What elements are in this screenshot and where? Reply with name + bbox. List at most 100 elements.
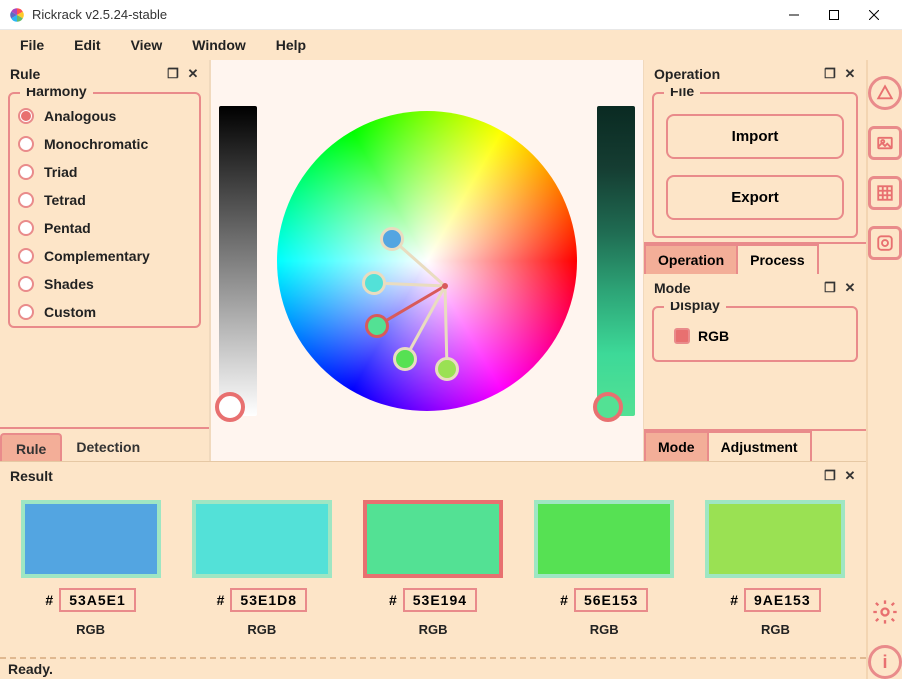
undock-icon[interactable]: ❐	[820, 466, 840, 486]
value-slider-knob[interactable]	[215, 392, 245, 422]
radio-label: Complementary	[44, 248, 150, 264]
harmony-option-tetrad[interactable]: Tetrad	[18, 192, 191, 208]
harmony-option-pentad[interactable]: Pentad	[18, 220, 191, 236]
hex-input[interactable]: 9AE153	[744, 588, 821, 612]
hex-input[interactable]: 56E153	[574, 588, 648, 612]
color-wheel[interactable]	[277, 111, 577, 411]
swatch-3: #56E153 RGB	[530, 500, 679, 637]
display-legend: Display	[664, 302, 726, 313]
shade-slider-knob[interactable]	[593, 392, 623, 422]
rgb-checkbox[interactable]	[674, 328, 690, 344]
minimize-button[interactable]	[774, 1, 814, 29]
export-button[interactable]: Export	[666, 175, 844, 220]
harmony-option-triad[interactable]: Triad	[18, 164, 191, 180]
rule-tabbar: Rule Detection	[0, 427, 209, 461]
hex-input[interactable]: 53E194	[403, 588, 477, 612]
hex-input[interactable]: 53A5E1	[59, 588, 136, 612]
window-title: Rickrack v2.5.24-stable	[32, 7, 774, 22]
harmony-option-complementary[interactable]: Complementary	[18, 248, 191, 264]
radio-icon	[18, 276, 34, 292]
radio-icon	[18, 136, 34, 152]
radio-label: Tetrad	[44, 192, 86, 208]
swatch-1: #53E1D8RGB	[187, 500, 336, 637]
color-wheel-panel	[210, 60, 644, 461]
close-icon[interactable]: ✕	[183, 64, 203, 84]
hex-input[interactable]: 53E1D8	[230, 588, 307, 612]
tab-adjustment[interactable]: Adjustment	[709, 431, 812, 461]
tab-mode[interactable]: Mode	[644, 431, 709, 461]
result-panel: Result ❐ ✕ #53A5E1RGB#53E1D8RGB#53E194RG…	[0, 461, 866, 657]
mode-title: Mode	[654, 280, 691, 296]
import-button[interactable]: Import	[666, 114, 844, 159]
result-title: Result	[10, 468, 53, 484]
swatch-box[interactable]	[363, 500, 503, 578]
harmony-option-shades[interactable]: Shades	[18, 276, 191, 292]
shade-slider[interactable]	[597, 106, 635, 416]
statusbar: Ready.	[0, 657, 866, 679]
tab-detection[interactable]: Detection	[62, 433, 154, 461]
radio-label: Custom	[44, 304, 96, 320]
mode-panel: Mode ❐ ✕ Display RGB Mode	[644, 274, 866, 461]
close-icon[interactable]: ✕	[840, 278, 860, 298]
swatch-box[interactable]	[192, 500, 332, 578]
radio-label: Shades	[44, 276, 94, 292]
grid-icon[interactable]	[868, 176, 902, 210]
wheel-node-1[interactable]	[362, 271, 386, 295]
undock-icon[interactable]: ❐	[820, 64, 840, 84]
menu-edit[interactable]: Edit	[60, 33, 114, 57]
radio-icon	[18, 108, 34, 124]
wheel-center	[442, 283, 448, 289]
colorspace-label: RGB	[761, 622, 790, 637]
swatch-box[interactable]	[705, 500, 845, 578]
undock-icon[interactable]: ❐	[163, 64, 183, 84]
status-text: Ready.	[8, 661, 53, 677]
swatch-4: #9AE153 RGB	[701, 500, 850, 637]
image-icon[interactable]	[868, 126, 902, 160]
menu-window[interactable]: Window	[178, 33, 260, 57]
harmony-option-monochromatic[interactable]: Monochromatic	[18, 136, 191, 152]
wheel-node-2[interactable]	[365, 314, 389, 338]
titlebar: Rickrack v2.5.24-stable	[0, 0, 902, 30]
colorspace-label: RGB	[590, 622, 619, 637]
radio-icon	[18, 192, 34, 208]
hash-label: #	[560, 592, 568, 608]
gear-icon[interactable]	[868, 595, 902, 629]
shape-icon[interactable]	[868, 76, 902, 110]
info-icon[interactable]: i	[868, 645, 902, 679]
operation-title: Operation	[654, 66, 720, 82]
radio-label: Pentad	[44, 220, 91, 236]
wheel-node-3[interactable]	[393, 347, 417, 371]
rule-panel: Rule ❐ ✕ Harmony Analogous Monochromatic T…	[0, 60, 210, 461]
value-slider[interactable]	[219, 106, 257, 416]
close-button[interactable]	[854, 1, 894, 29]
right-side: Operation ❐ ✕ File Import Export Op	[644, 60, 866, 461]
file-legend: File	[664, 88, 700, 99]
board-icon[interactable]	[868, 226, 902, 260]
wheel-node-4[interactable]	[435, 357, 459, 381]
swatch-2: #53E194RGB	[358, 500, 507, 637]
tab-process[interactable]: Process	[738, 244, 818, 274]
harmony-option-custom[interactable]: Custom	[18, 304, 191, 320]
harmony-option-analogous[interactable]: Analogous	[18, 108, 191, 124]
side-toolbar: i	[866, 60, 902, 679]
harmony-group: Harmony AnalogousMonochromaticTriadTetra…	[8, 92, 201, 328]
tab-operation[interactable]: Operation	[644, 244, 738, 274]
file-group: File Import Export	[652, 92, 858, 238]
maximize-button[interactable]	[814, 1, 854, 29]
display-group: Display RGB	[652, 306, 858, 362]
menu-file[interactable]: File	[6, 33, 58, 57]
menubar: File Edit View Window Help	[0, 30, 902, 60]
swatch-box[interactable]	[534, 500, 674, 578]
swatch-0: #53A5E1RGB	[16, 500, 165, 637]
undock-icon[interactable]: ❐	[820, 278, 840, 298]
harmony-legend: Harmony	[20, 88, 93, 99]
menu-help[interactable]: Help	[262, 33, 320, 57]
wheel-node-0[interactable]	[380, 227, 404, 251]
tab-rule[interactable]: Rule	[0, 433, 62, 461]
menu-view[interactable]: View	[117, 33, 177, 57]
radio-icon	[18, 164, 34, 180]
close-icon[interactable]: ✕	[840, 64, 860, 84]
hash-label: #	[730, 592, 738, 608]
swatch-box[interactable]	[21, 500, 161, 578]
close-icon[interactable]: ✕	[840, 466, 860, 486]
